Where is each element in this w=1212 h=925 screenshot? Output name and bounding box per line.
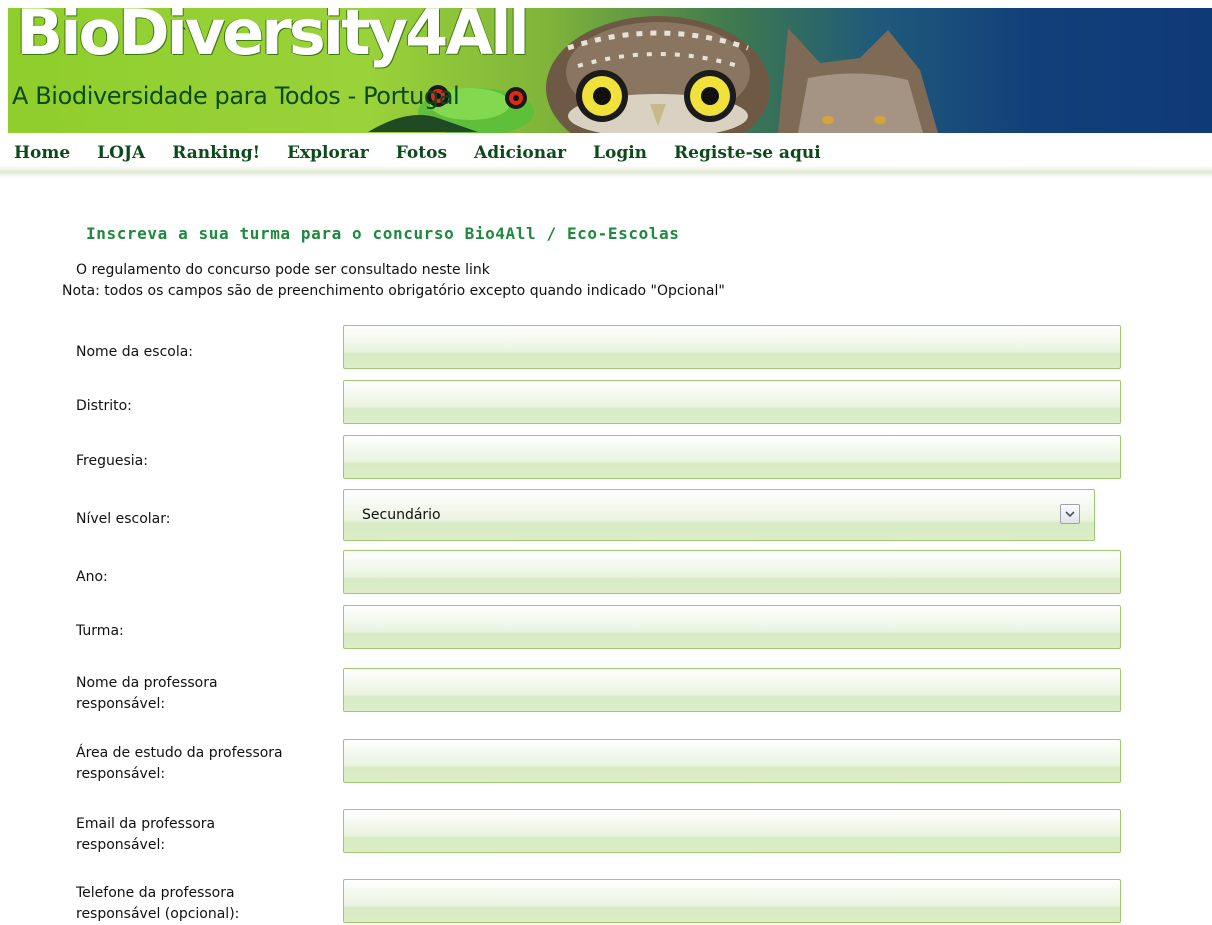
parish-label: Freguesia: bbox=[76, 453, 148, 469]
teacher-area-label: Área de estudo da professora responsável… bbox=[76, 743, 283, 785]
dropdown-arrow-icon[interactable] bbox=[1060, 504, 1080, 524]
teacher-name-input[interactable] bbox=[343, 668, 1121, 712]
school-level-select[interactable]: Secundário bbox=[343, 489, 1095, 541]
class-label: Turma: bbox=[76, 623, 124, 639]
nav-loja[interactable]: LOJA bbox=[97, 143, 145, 163]
school-level-label: Nível escolar: bbox=[76, 511, 171, 527]
site-logo[interactable]: BioDiversity4All bbox=[16, 8, 530, 64]
nav-explorar[interactable]: Explorar bbox=[287, 143, 369, 163]
teacher-phone-input[interactable] bbox=[343, 879, 1121, 923]
wolf-illustration bbox=[778, 28, 938, 133]
nav-fotos[interactable]: Fotos bbox=[396, 143, 447, 163]
teacher-area-input[interactable] bbox=[343, 739, 1121, 783]
teacher-email-label-line2: responsável: bbox=[76, 837, 166, 853]
teacher-name-label: Nome da professora responsável: bbox=[76, 673, 218, 715]
teacher-phone-label-line1: Telefone da professora bbox=[76, 885, 235, 901]
school-name-input[interactable] bbox=[343, 325, 1121, 369]
teacher-phone-label-line2: responsável (opcional): bbox=[76, 906, 240, 922]
nav-divider bbox=[0, 166, 1212, 178]
nav-home[interactable]: Home bbox=[14, 143, 70, 163]
site-banner: BioDiversity4All A Biodiversidade para T… bbox=[8, 8, 1212, 133]
class-input[interactable] bbox=[343, 605, 1121, 649]
parish-input[interactable] bbox=[343, 435, 1121, 479]
district-label: Distrito: bbox=[76, 398, 132, 414]
teacher-name-label-line1: Nome da professora bbox=[76, 675, 218, 691]
teacher-area-label-line2: responsável: bbox=[76, 766, 166, 782]
nav-adicionar[interactable]: Adicionar bbox=[474, 143, 566, 163]
nav-register[interactable]: Registe-se aqui bbox=[674, 143, 821, 163]
school-name-label: Nome da escola: bbox=[76, 344, 194, 360]
teacher-email-label-line1: Email da professora bbox=[76, 816, 216, 832]
owl-illustration bbox=[546, 16, 770, 133]
teacher-phone-label: Telefone da professora responsável (opci… bbox=[76, 883, 239, 925]
form-title: Inscreva a sua turma para o concurso Bio… bbox=[86, 224, 680, 243]
year-label: Ano: bbox=[76, 569, 108, 585]
required-fields-note: Nota: todos os campos são de preenchimen… bbox=[62, 283, 725, 299]
school-level-selected-value: Secundário bbox=[362, 507, 441, 523]
main-nav: Home LOJA Ranking! Explorar Fotos Adicio… bbox=[8, 137, 840, 169]
regulation-link-text[interactable]: O regulamento do concurso pode ser consu… bbox=[76, 262, 490, 278]
teacher-email-label: Email da professora responsável: bbox=[76, 814, 215, 856]
district-input[interactable] bbox=[343, 380, 1121, 424]
year-input[interactable] bbox=[343, 550, 1121, 594]
site-tagline: A Biodiversidade para Todos - Portugal bbox=[12, 82, 460, 110]
nav-login[interactable]: Login bbox=[593, 143, 647, 163]
teacher-name-label-line2: responsável: bbox=[76, 696, 166, 712]
teacher-email-input[interactable] bbox=[343, 809, 1121, 853]
nav-ranking[interactable]: Ranking! bbox=[172, 143, 260, 163]
teacher-area-label-line1: Área de estudo da professora bbox=[76, 745, 283, 761]
